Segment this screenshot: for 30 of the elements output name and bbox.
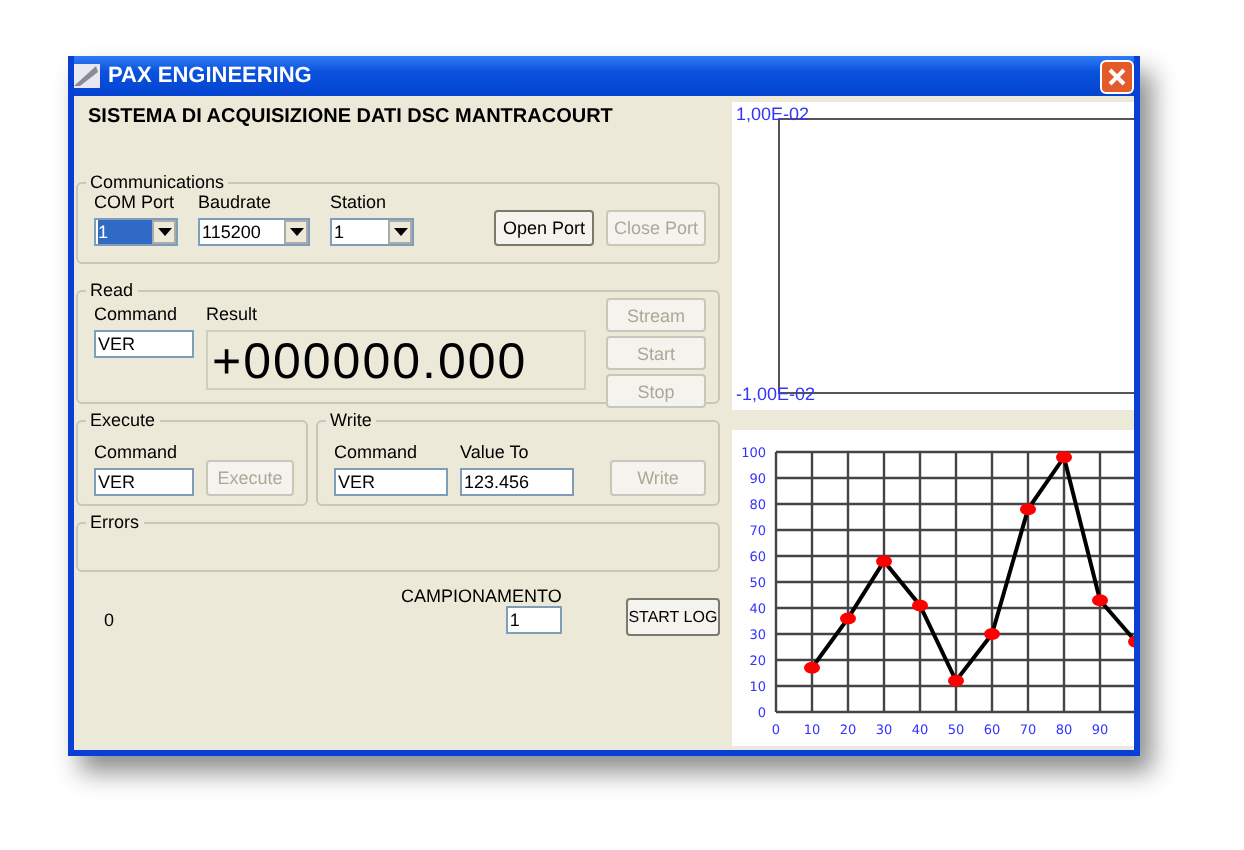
app-heading: SISTEMA DI ACQUISIZIONE DATI DSC MANTRACOURT xyxy=(88,106,615,128)
port-button[interactable]: Open Port xyxy=(494,210,594,246)
field-label: Baudrate xyxy=(198,192,274,212)
field-label: Value To xyxy=(460,442,531,462)
counter-text: 0 xyxy=(104,610,117,630)
field-label: Command xyxy=(94,304,180,324)
start-log-button[interactable]: START LOG xyxy=(625,598,720,636)
axis-label: -1,00E-02 xyxy=(736,384,816,404)
group-label: Execute xyxy=(88,410,158,430)
field-label: COM Port xyxy=(94,192,177,212)
sampling-label: CAMPIONAMENTO xyxy=(401,586,562,606)
result-display: +000000.000 xyxy=(206,330,586,390)
command-field[interactable]: VER xyxy=(94,330,194,358)
group-label: Read xyxy=(88,280,136,300)
group-label: Communications xyxy=(88,172,227,192)
field-label: Station xyxy=(330,192,389,212)
field-label: Command xyxy=(334,442,420,462)
dropdown-field[interactable]: 1 xyxy=(330,218,414,246)
command-field[interactable]: VER xyxy=(94,468,194,496)
command-field[interactable]: VER xyxy=(334,468,448,496)
field-label: Result xyxy=(206,304,260,324)
group-label: Write xyxy=(328,410,374,430)
dropdown-field[interactable]: 115200 xyxy=(198,218,310,246)
window-title: PAX ENGINEERING xyxy=(108,64,314,88)
dropdown-field[interactable]: 1 xyxy=(94,218,178,246)
axis-label: 1,00E-02 xyxy=(736,104,810,124)
sampling-field[interactable]: 1 xyxy=(505,606,562,634)
group-label: Errors xyxy=(88,512,141,532)
field-label: Command xyxy=(94,442,180,462)
value-field[interactable]: 123.456 xyxy=(460,468,574,496)
